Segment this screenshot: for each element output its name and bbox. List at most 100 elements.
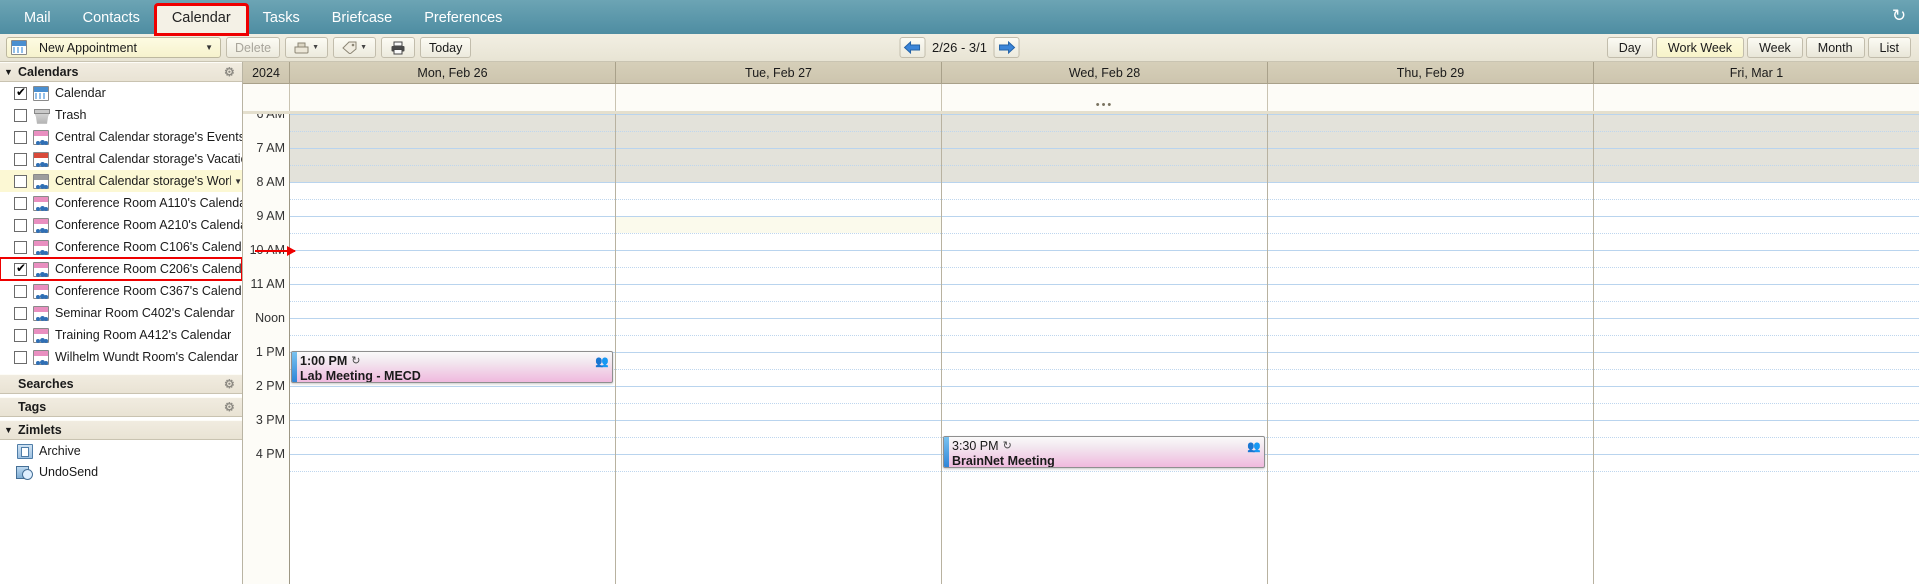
calendar-checkbox[interactable] [14,130,27,144]
annotation-arrow-10am [255,246,296,256]
calendar-item-seminar-c402[interactable]: Seminar Room C402's Calendar [0,302,242,324]
calendar-checkbox[interactable] [14,152,27,166]
trash-icon [33,108,50,123]
all-day-cell-thu[interactable] [1268,84,1594,111]
gear-icon[interactable]: ⚙ [224,66,236,78]
sidebar-section-calendars[interactable]: ▼ Calendars ⚙ [0,62,242,82]
shared-calendar-icon [33,261,49,277]
calendar-checkbox[interactable] [14,284,27,298]
appointment-lab-meeting[interactable]: 1:00 PM ↻ Lab Meeting - MECD 👥 [291,351,613,383]
sidebar-section-searches[interactable]: ▶ Searches ⚙ [0,374,242,394]
day-header-tue[interactable]: Tue, Feb 27 [616,62,942,83]
today-button[interactable]: Today [420,37,472,58]
view-button-day[interactable]: Day [1606,37,1653,58]
all-day-cell-fri[interactable] [1594,84,1919,111]
print-button[interactable] [381,37,416,58]
all-day-cell-tue[interactable] [616,84,942,111]
zimlet-item-undosend[interactable]: UndoSend [0,461,242,482]
calendar-checkbox[interactable] [14,350,27,364]
calendar-checkbox[interactable] [14,196,27,210]
calendar-toolbar: New Appointment ▼ Delete ▼ ▼ Today 2/26 … [0,34,1919,62]
time-label: 11 AM [250,277,285,291]
calendar-item-room-c206[interactable]: Conference Room C206's Calendar [0,257,242,281]
day-column-tue[interactable] [616,114,942,584]
calendar-item-room-c106[interactable]: Conference Room C106's Calendar [0,236,242,258]
calendar-checkbox[interactable] [14,174,27,188]
delete-label: Delete [235,40,272,55]
day-column-thu[interactable] [1268,114,1594,584]
sidebar-section-title: Zimlets [18,423,62,437]
calendar-item-trash[interactable]: Trash [0,104,242,126]
view-button-work-week[interactable]: Work Week [1655,37,1745,58]
day-header-wed[interactable]: Wed, Feb 28 [942,62,1268,83]
next-period-button[interactable] [993,37,1020,58]
day-header-mon[interactable]: Mon, Feb 26 [290,62,616,83]
day-column-fri[interactable] [1594,114,1919,584]
nav-tab-contacts[interactable]: Contacts [67,5,156,34]
time-gutter: 6 AM 7 AM 8 AM 9 AM 10 AM 11 AM Noon 1 P… [243,114,296,584]
sidebar-overview-panel: ▼ Calendars ⚙ Calendar Trash [0,62,243,584]
nav-tab-tasks[interactable]: Tasks [247,5,316,34]
calendar-item-calendar[interactable]: Calendar [0,82,242,104]
calendar-item-label: Trash [55,108,87,122]
delete-button[interactable]: Delete [226,37,281,58]
shared-calendar-icon [33,305,49,321]
gear-icon[interactable]: ⚙ [224,378,236,390]
calendar-item-central-vacation[interactable]: Central Calendar storage's Vacation [0,148,242,170]
sidebar-section-tags[interactable]: ▶ Tags ⚙ [0,397,242,417]
new-appointment-button[interactable]: New Appointment ▼ [6,37,221,58]
refresh-icon[interactable]: ↻ [1889,6,1909,26]
time-label: 2 PM [255,379,285,393]
calendar-item-central-workflow[interactable]: Central Calendar storage's WorkF ▼ [0,170,242,192]
nav-tab-mail[interactable]: Mail [8,5,67,34]
calendar-checkbox[interactable] [14,85,27,100]
all-day-cell-mon[interactable] [290,84,616,111]
calendar-item-room-a110[interactable]: Conference Room A110's Calendar [0,192,242,214]
calendar-item-central-events[interactable]: Central Calendar storage's Events [0,126,242,148]
calendar-item-room-a210[interactable]: Conference Room A210's Calendar [0,214,242,236]
calendar-item-training-a412[interactable]: Training Room A412's Calendar [0,324,242,346]
calendar-checkbox[interactable] [14,218,27,232]
shared-calendar-icon [33,239,49,255]
view-button-week[interactable]: Week [1747,37,1803,58]
zimlet-item-label: Archive [39,443,81,458]
chevron-down-icon[interactable]: ▼ [205,43,213,52]
calendar-item-room-c367[interactable]: Conference Room C367's Calendar [0,280,242,302]
previous-period-button[interactable] [899,37,926,58]
chevron-down-icon[interactable]: ▼ [360,44,367,51]
move-folder-button[interactable]: ▼ [285,37,329,58]
all-day-more-indicator[interactable]: ••• [1096,99,1114,111]
calendar-item-label: Central Calendar storage's WorkF [55,174,232,188]
nav-tab-calendar[interactable]: Calendar [153,3,249,36]
view-button-month[interactable]: Month [1805,37,1865,58]
calendar-checkbox[interactable] [14,108,27,122]
calendar-checkbox[interactable] [14,240,27,254]
recurrence-icon: ↻ [351,355,361,367]
calendar-checkbox[interactable] [14,306,27,320]
all-day-cell-wed[interactable]: ••• [942,84,1268,111]
move-folder-icon [294,42,309,54]
zimlet-item-archive[interactable]: Archive [0,440,242,461]
sidebar-section-zimlets[interactable]: ▼ Zimlets [0,420,242,440]
tag-button[interactable]: ▼ [333,37,377,58]
appointment-brainnet-meeting[interactable]: 3:30 PM ↻ BrainNet Meeting 👥 [943,436,1265,468]
gear-icon[interactable]: ⚙ [224,401,236,413]
nav-tab-label: Briefcase [331,10,393,26]
nav-tab-preferences[interactable]: Preferences [408,5,518,34]
nav-tab-briefcase[interactable]: Briefcase [316,5,408,34]
view-button-list[interactable]: List [1867,37,1911,58]
calendar-checkbox[interactable] [14,328,27,342]
view-switcher: Day Work Week Week Month List [1606,37,1911,58]
calendar-time-grid[interactable]: 6 AM 7 AM 8 AM 9 AM 10 AM 11 AM Noon 1 P… [243,114,1919,584]
calendar-checkbox[interactable] [14,261,27,276]
calendar-item-wilhelm-wundt[interactable]: Wilhelm Wundt Room's Calendar [0,346,242,368]
time-label: 6 AM [256,114,286,121]
chevron-down-icon[interactable]: ▼ [312,44,319,51]
undosend-icon [16,464,33,480]
day-column-wed[interactable]: 3:30 PM ↻ BrainNet Meeting 👥 [942,114,1268,584]
day-header-fri[interactable]: Fri, Mar 1 [1594,62,1919,83]
archive-icon [16,443,33,459]
day-header-thu[interactable]: Thu, Feb 29 [1268,62,1594,83]
day-column-mon[interactable]: 1:00 PM ↻ Lab Meeting - MECD 👥 [290,114,616,584]
day-columns: 1:00 PM ↻ Lab Meeting - MECD 👥 3:30 PM ↻… [290,114,1919,584]
